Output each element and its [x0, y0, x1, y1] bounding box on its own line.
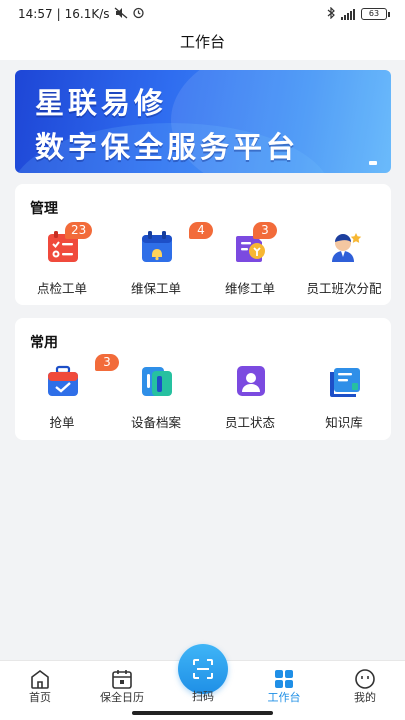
grid-item-knowledge-base[interactable]: 知识库 [297, 356, 391, 434]
network-speed: 16.1K/s [64, 7, 110, 21]
nav-label: 首页 [29, 691, 51, 704]
scan-button[interactable] [178, 644, 228, 694]
grid-item-label: 设备档案 [130, 415, 181, 430]
grid-item-repair-order[interactable]: 3 维修工单 [203, 222, 297, 300]
grid-item-label: 员工状态 [224, 415, 275, 430]
grid-item-device-archive[interactable]: 设备档案 [109, 356, 203, 434]
workbench-grid-icon [275, 670, 293, 688]
grid-item-label: 抢单 [49, 415, 75, 430]
grid-item-label: 维保工单 [130, 281, 181, 296]
calendar-icon [112, 670, 132, 689]
nav-item-calendar[interactable]: 保全日历 [87, 661, 157, 709]
mute-icon [114, 7, 128, 22]
grid-item-staff-shift[interactable]: 员工班次分配 [297, 222, 391, 300]
common-section: 常用 3 抢单 设备档案 员工状态 知识库 [15, 318, 391, 440]
status-time: 14:57 [18, 7, 53, 21]
smile-face-icon [355, 669, 375, 689]
nav-label: 保全日历 [100, 691, 144, 704]
scan-icon [193, 659, 213, 679]
grid-item-label: 知识库 [325, 415, 363, 430]
bluetooth-icon [327, 6, 335, 22]
banner-title: 星联易修 [35, 86, 168, 120]
cellular-signal-icon [341, 8, 355, 20]
grid-item-label: 维修工单 [224, 281, 275, 296]
grid-item-maintenance-order[interactable]: 4 维保工单 [109, 222, 213, 300]
nav-item-home[interactable]: 首页 [5, 661, 75, 709]
banner-subtitle: 数字保全服务平台 [35, 130, 300, 164]
staff-shift-icon [332, 233, 362, 262]
grid-item-label: 员工班次分配 [306, 281, 382, 296]
battery-icon: 63 [361, 8, 390, 20]
badge-count: 23 [65, 222, 93, 239]
section-title: 常用 [30, 335, 58, 351]
page-title: 工作台 [0, 28, 405, 60]
grab-order-icon [48, 365, 78, 396]
nav-label: 工作台 [267, 691, 301, 704]
maintenance-calendar-icon [142, 231, 172, 262]
home-icon [31, 670, 49, 689]
device-archive-icon [142, 367, 172, 396]
nav-item-mine[interactable]: 我的 [330, 661, 400, 709]
manage-section: 管理 23 点检工单 4 维保工单 3 维修工单 员工班次分配 [15, 184, 391, 305]
grid-item-label: 点检工单 [36, 281, 87, 296]
badge-count: 3 [253, 222, 277, 239]
staff-status-icon [237, 366, 265, 396]
alarm-icon [132, 6, 145, 22]
grid-item-inspection-order[interactable]: 23 点检工单 [15, 222, 109, 300]
nav-item-workbench[interactable]: 工作台 [249, 661, 319, 709]
nav-label: 我的 [354, 691, 376, 704]
section-title: 管理 [30, 201, 58, 217]
status-bar: 14:57 | 16.1K/s 63 [0, 0, 405, 28]
banner-indicator [369, 161, 377, 165]
home-indicator [132, 711, 273, 715]
knowledge-base-icon [330, 368, 360, 397]
promo-banner[interactable]: 星联易修 数字保全服务平台 [15, 70, 391, 173]
grid-item-grab-order[interactable]: 3 抢单 [15, 354, 119, 434]
scan-label: 扫码 [192, 690, 214, 703]
grid-item-staff-status[interactable]: 员工状态 [203, 356, 297, 434]
